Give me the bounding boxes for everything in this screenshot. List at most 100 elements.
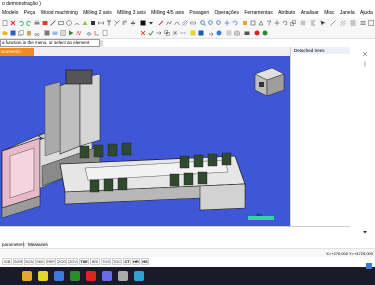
- rotate-icon[interactable]: [282, 20, 288, 26]
- machine-icon[interactable]: [52, 30, 58, 36]
- stock-icon[interactable]: [60, 30, 66, 36]
- snap-button[interactable]: TOS: [101, 258, 111, 265]
- taskbar-folder-icon[interactable]: [38, 271, 48, 281]
- save-icon[interactable]: [10, 30, 16, 36]
- zoom-in-icon[interactable]: [208, 20, 214, 26]
- snap-button[interactable]: ZOV: [68, 258, 78, 265]
- toolpath-icon[interactable]: [76, 30, 82, 36]
- menu-item-atributo[interactable]: Atributo: [276, 9, 297, 18]
- align-icon[interactable]: [310, 20, 316, 26]
- scroll-down-icon[interactable]: [362, 229, 368, 235]
- measure-tool-icon[interactable]: [190, 20, 196, 26]
- snap-button[interactable]: SKE: [35, 258, 45, 265]
- fill-tool-icon[interactable]: [90, 20, 96, 26]
- arc-tool-icon[interactable]: [74, 20, 80, 26]
- undo-icon[interactable]: [18, 20, 24, 26]
- delete-icon[interactable]: [140, 30, 146, 36]
- snap-button[interactable]: HR: [132, 258, 140, 265]
- shape-tool-icon[interactable]: [82, 20, 88, 26]
- check-icon[interactable]: [148, 30, 154, 36]
- wireframe-view-icon[interactable]: [250, 20, 256, 26]
- menu-item-wood-machining[interactable]: Wood machining: [39, 9, 80, 18]
- zoom-window-icon[interactable]: [200, 20, 206, 26]
- tab-document[interactable]: ocumento: [0, 48, 34, 56]
- mirror-tool-icon[interactable]: [130, 20, 136, 26]
- layer-icon[interactable]: [42, 20, 48, 26]
- polyline-tool-icon[interactable]: [166, 20, 172, 26]
- panel-close-icon[interactable]: [362, 51, 368, 57]
- command-input[interactable]: a function in the menu, or select an ele…: [0, 39, 100, 47]
- taskbar-app-icon[interactable]: [22, 271, 32, 281]
- menu-item-milling-45-axis[interactable]: Milling 4/5 axis: [149, 9, 186, 18]
- menu-item-misc[interactable]: Misc: [322, 9, 336, 18]
- snap-button[interactable]: SGR: [13, 258, 23, 265]
- color-select-icon[interactable]: [198, 30, 204, 36]
- snap-button[interactable]: SCA: [24, 258, 34, 265]
- zoom-out-icon[interactable]: [216, 20, 222, 26]
- origin-icon[interactable]: [94, 30, 100, 36]
- taskbar-browser-icon[interactable]: [54, 271, 64, 281]
- workplane-icon[interactable]: [86, 30, 92, 36]
- spline-tool-icon[interactable]: [174, 20, 180, 26]
- paste-icon[interactable]: [26, 30, 32, 36]
- trim-tool-icon[interactable]: [114, 20, 120, 26]
- hatch-pattern-icon[interactable]: [340, 20, 346, 26]
- close-icon[interactable]: [10, 20, 16, 26]
- cut-icon[interactable]: [34, 30, 40, 36]
- hidden-line-icon[interactable]: [258, 20, 264, 26]
- print-icon[interactable]: [34, 20, 40, 26]
- offset-tool-icon[interactable]: [122, 20, 128, 26]
- report-icon[interactable]: [102, 30, 108, 36]
- explode-icon[interactable]: [172, 30, 178, 36]
- snap-button[interactable]: ZOO: [57, 258, 67, 265]
- text-tool-icon[interactable]: [106, 20, 112, 26]
- solid-view-icon[interactable]: [242, 20, 248, 26]
- menu-item-ferramentas[interactable]: Ferramentas: [242, 9, 274, 18]
- tab-parameters[interactable]: parameters: [0, 241, 25, 248]
- view-cube[interactable]: [254, 67, 285, 97]
- menu-item-milling-3-axis[interactable]: Milling 3 axis: [115, 9, 148, 18]
- redraw-icon[interactable]: [232, 20, 238, 26]
- copy-entity-icon[interactable]: [164, 30, 170, 36]
- menu-item-modelo[interactable]: Modelo: [0, 9, 20, 18]
- help-icon[interactable]: [216, 30, 222, 36]
- snap-button[interactable]: CT: [123, 258, 131, 265]
- snap-button[interactable]: BRI: [90, 258, 100, 265]
- taskbar-app-icon[interactable]: [102, 271, 112, 281]
- redo-arrow-icon[interactable]: [208, 30, 214, 36]
- hatch-tool-icon[interactable]: [182, 20, 188, 26]
- snap-button[interactable]: HS: [141, 258, 149, 265]
- redo-icon[interactable]: [26, 20, 32, 26]
- arrow-icon[interactable]: [156, 30, 162, 36]
- circle-tool-icon[interactable]: [66, 20, 72, 26]
- snap-button[interactable]: TOC: [112, 258, 122, 265]
- view-iso-icon[interactable]: [234, 30, 240, 36]
- dimension-tool-icon[interactable]: [98, 20, 104, 26]
- snap-button[interactable]: TSE: [79, 258, 89, 265]
- simulate-icon[interactable]: [68, 30, 74, 36]
- color-swatch-icon[interactable]: [140, 20, 146, 26]
- menu-item-ajuda[interactable]: Ajuda: [358, 9, 375, 18]
- menu-item-analisar[interactable]: Analisar: [299, 9, 321, 18]
- pen-color-icon[interactable]: [158, 20, 164, 26]
- taskbar-app-icon[interactable]: [134, 271, 144, 281]
- tool-library-icon[interactable]: [44, 30, 50, 36]
- layers-stack-icon[interactable]: [360, 20, 366, 26]
- view-top-icon[interactable]: [226, 30, 232, 36]
- render-icon[interactable]: [254, 30, 260, 36]
- pan-icon[interactable]: [224, 20, 230, 26]
- taskbar-app-icon[interactable]: [70, 271, 80, 281]
- menu-item-janela[interactable]: Janela: [338, 9, 357, 18]
- move-icon[interactable]: [274, 20, 280, 26]
- snap-button[interactable]: REP: [46, 258, 56, 265]
- highlight-icon[interactable]: [190, 30, 196, 36]
- menu-item-operacoes[interactable]: Operações: [213, 9, 241, 18]
- copy-icon[interactable]: [18, 30, 24, 36]
- join-icon[interactable]: [180, 30, 186, 36]
- selection-filter-icon[interactable]: [266, 20, 272, 26]
- properties-icon[interactable]: [368, 20, 374, 26]
- taskbar-app-icon[interactable]: [86, 271, 96, 281]
- scale-icon[interactable]: [290, 20, 296, 26]
- grid-icon[interactable]: [300, 20, 306, 26]
- tab-measures[interactable]: Measures: [26, 241, 48, 248]
